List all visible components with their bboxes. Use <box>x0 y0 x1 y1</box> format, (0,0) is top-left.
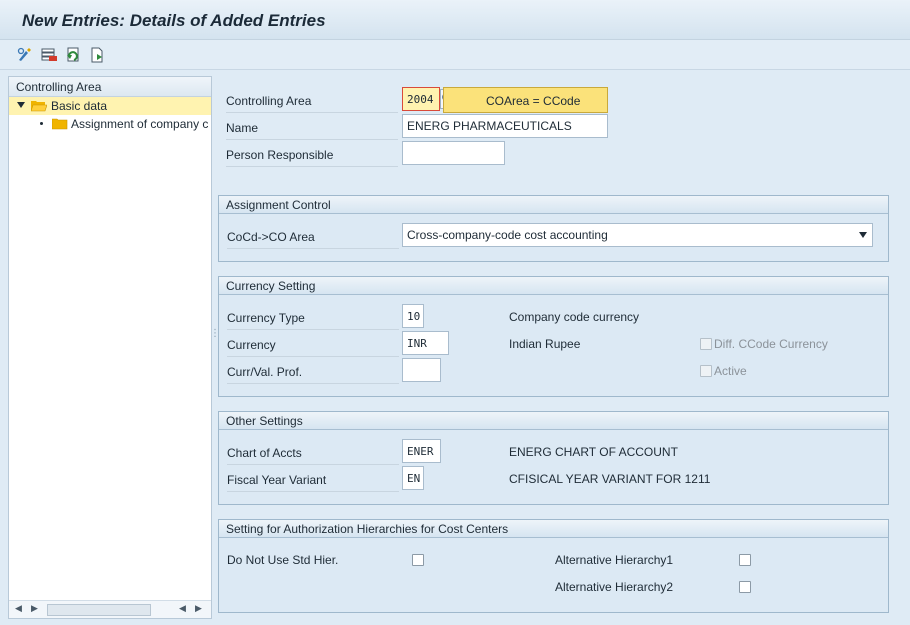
undo-change-icon[interactable] <box>64 46 82 64</box>
tooltip-coarea-ccode: COArea = CCode <box>443 87 608 113</box>
currency-label: Currency <box>227 331 399 357</box>
controlling-area-field[interactable]: 2004 <box>402 87 440 111</box>
chevron-down-icon[interactable] <box>859 232 867 238</box>
fiscal-year-variant-label: Fiscal Year Variant <box>227 466 399 492</box>
curr-val-prof-field[interactable] <box>402 358 441 382</box>
currency-type-description: Company code currency <box>509 310 640 324</box>
tree-item-label: Assignment of company c <box>71 117 209 131</box>
fiscal-year-variant-field[interactable]: EN <box>402 466 424 490</box>
currency-field[interactable]: INR <box>402 331 449 355</box>
alternative-hierarchy2-label: Alternative Hierarchy2 <box>555 580 674 594</box>
scroll-left-icon[interactable]: ◀ <box>15 603 22 614</box>
cocd-co-area-label: CoCd->CO Area <box>227 223 399 249</box>
name-field[interactable]: ENERG PHARMACEUTICALS <box>402 114 608 138</box>
alternative-hierarchy2-checkbox[interactable] <box>739 581 751 593</box>
horizontal-scrollbar[interactable]: ◀ ▶ ◀ ▶ <box>9 600 211 618</box>
scroll-right-icon[interactable]: ▶ <box>31 603 38 614</box>
dropdown-value: Cross-company-code cost accounting <box>407 228 608 242</box>
currency-type-label: Currency Type <box>227 304 399 330</box>
diff-ccode-currency-checkbox[interactable] <box>700 338 712 350</box>
group-title: Currency Setting <box>219 277 888 295</box>
page-title: New Entries: Details of Added Entries <box>22 11 326 30</box>
display-change-icon[interactable] <box>16 46 34 64</box>
splitter-handle[interactable]: ⋮ <box>210 329 220 354</box>
group-title: Assignment Control <box>219 196 888 214</box>
folder-icon <box>51 117 68 133</box>
currency-setting-group: Currency Setting Currency Type 10 Compan… <box>218 276 889 397</box>
active-label: Active <box>714 364 747 378</box>
alternative-hierarchy1-checkbox[interactable] <box>739 554 751 566</box>
chart-of-accts-description: ENERG CHART OF ACCOUNT <box>509 445 678 459</box>
tree-header: Controlling Area <box>9 77 211 97</box>
curr-val-prof-label: Curr/Val. Prof. <box>227 358 399 384</box>
details-form: Controlling Area 2004 COArea = CCode Nam… <box>218 76 898 621</box>
delete-icon[interactable] <box>40 46 58 64</box>
fiscal-year-variant-description: CFISICAL YEAR VARIANT FOR 1211 <box>509 472 711 486</box>
scroll-left-icon[interactable]: ◀ <box>179 603 186 614</box>
controlling-area-label: Controlling Area <box>226 87 398 113</box>
do-not-use-std-hier-checkbox[interactable] <box>412 554 424 566</box>
open-folder-icon <box>30 99 48 115</box>
tree-item-basic-data[interactable]: Basic data <box>9 97 211 115</box>
group-title: Setting for Authorization Hierarchies fo… <box>219 520 888 538</box>
diff-ccode-currency-label: Diff. CCode Currency <box>714 337 828 351</box>
active-checkbox[interactable] <box>700 365 712 377</box>
chart-of-accts-label: Chart of Accts <box>227 439 399 465</box>
scroll-right-icon[interactable]: ▶ <box>195 603 202 614</box>
currency-description: Indian Rupee <box>509 337 581 351</box>
person-responsible-label: Person Responsible <box>226 141 398 167</box>
application-toolbar <box>0 40 910 70</box>
person-responsible-field[interactable] <box>402 141 505 165</box>
tooltip-text: COArea = CCode <box>486 94 581 108</box>
alternative-hierarchy1-label: Alternative Hierarchy1 <box>555 553 674 567</box>
authorization-hierarchies-group: Setting for Authorization Hierarchies fo… <box>218 519 889 613</box>
title-bar: New Entries: Details of Added Entries <box>0 0 910 40</box>
name-label: Name <box>226 114 398 140</box>
copy-icon[interactable] <box>88 46 106 64</box>
do-not-use-std-hier-label: Do Not Use Std Hier. <box>227 553 339 567</box>
other-settings-group: Other Settings Chart of Accts ENER ENERG… <box>218 411 889 505</box>
chart-of-accts-field[interactable]: ENER <box>402 439 441 463</box>
navigation-tree: Controlling Area Basic data Assignment o… <box>8 76 212 619</box>
tree-item-label: Basic data <box>51 99 108 113</box>
assignment-control-group: Assignment Control CoCd->CO Area Cross-c… <box>218 195 889 262</box>
bullet-icon <box>40 122 43 125</box>
currency-type-field[interactable]: 10 <box>402 304 424 328</box>
tree-item-assignment[interactable]: Assignment of company c <box>9 115 211 133</box>
expand-triangle-icon[interactable] <box>17 102 25 108</box>
cocd-co-area-dropdown[interactable]: Cross-company-code cost accounting <box>402 223 873 247</box>
group-title: Other Settings <box>219 412 888 430</box>
scroll-thumb[interactable] <box>47 604 151 616</box>
